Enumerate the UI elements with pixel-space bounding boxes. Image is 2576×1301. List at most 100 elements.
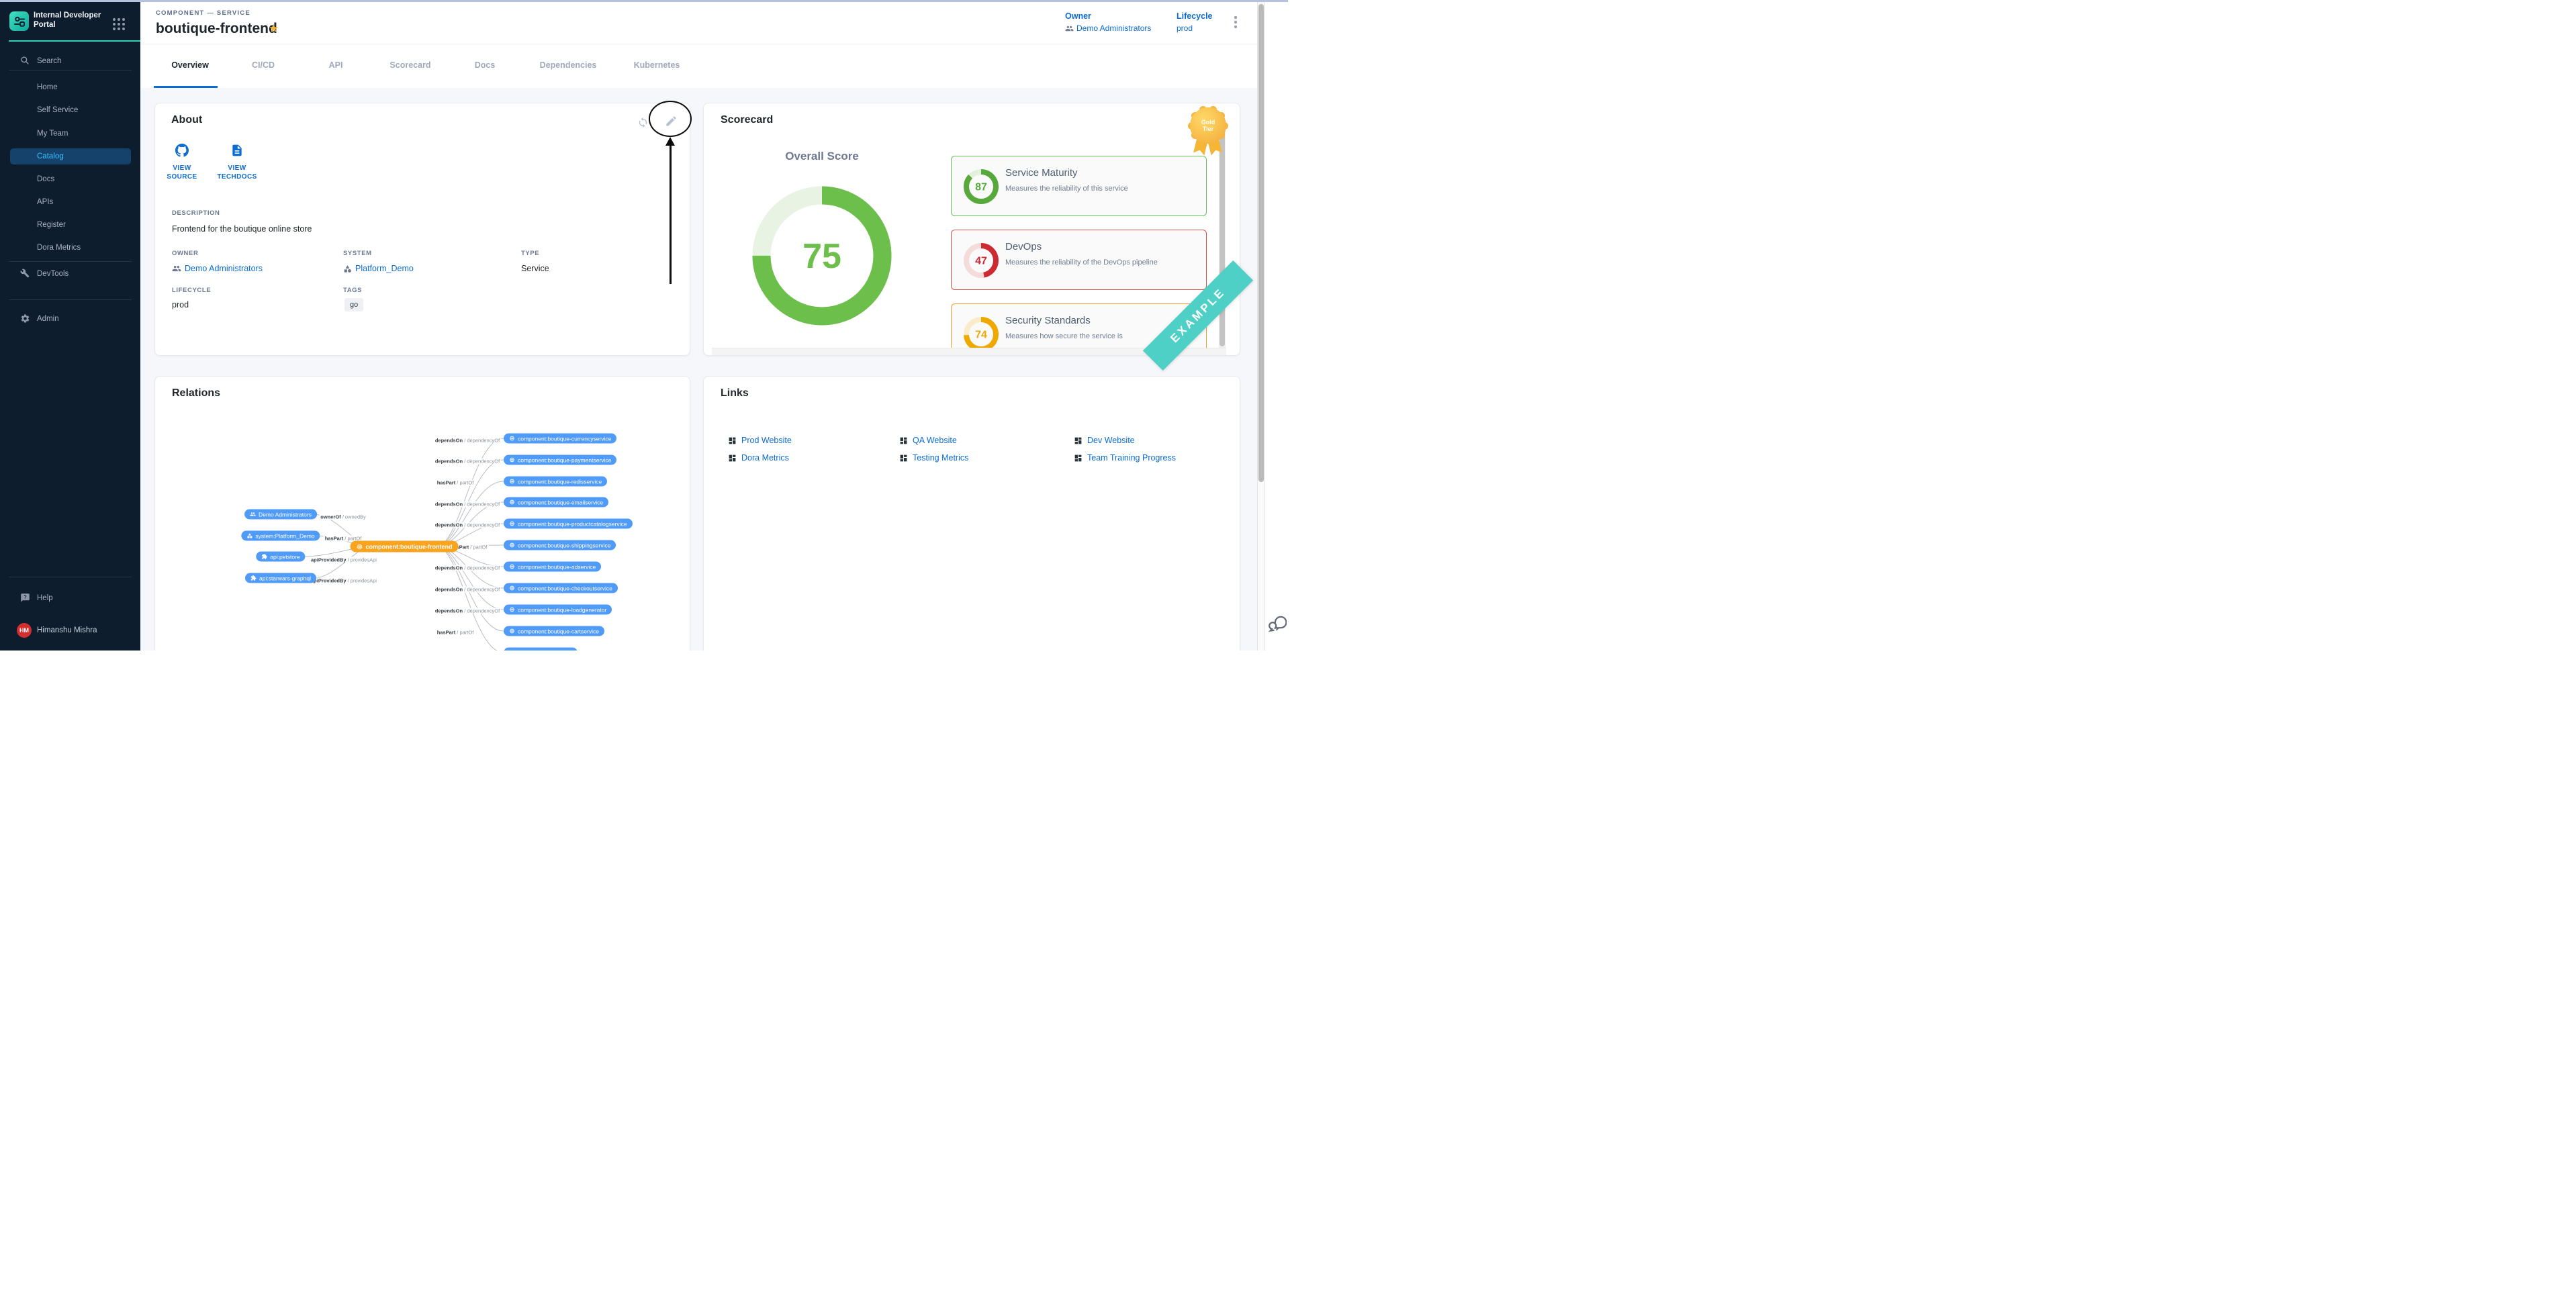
item-name: DevOps bbox=[1005, 241, 1042, 252]
link-dev-website[interactable]: Dev Website bbox=[1074, 436, 1135, 445]
sidebar-item-home[interactable]: Home bbox=[0, 80, 140, 95]
tags-field-label: TAGS bbox=[343, 287, 362, 294]
svg-text:47: 47 bbox=[975, 256, 987, 267]
system-field-link[interactable]: Platform_Demo bbox=[343, 264, 414, 273]
relation-node-center[interactable]: component:boutique-frontend bbox=[351, 541, 459, 552]
apps-grid-icon[interactable] bbox=[113, 18, 126, 32]
link-label: Dev Website bbox=[1087, 436, 1135, 445]
sidebar-help[interactable]: ? Help bbox=[0, 591, 140, 606]
group-icon bbox=[1065, 24, 1074, 33]
sidebar-item-self-service[interactable]: Self Service bbox=[0, 103, 140, 117]
link-label: QA Website bbox=[913, 436, 957, 445]
chip-icon bbox=[509, 499, 515, 505]
tab-scorecard[interactable]: Scorecard bbox=[389, 60, 430, 70]
tab-ci-cd[interactable]: CI/CD bbox=[252, 60, 275, 70]
sidebar-item-dora-metrics[interactable]: Dora Metrics bbox=[0, 240, 140, 255]
gold-tier-badge: Gold Tier bbox=[1187, 106, 1229, 157]
relation-node-component-boutique-shippingservice[interactable]: component:boutique-shippingservice bbox=[504, 540, 616, 550]
sidebar-item-register[interactable]: Register bbox=[0, 218, 140, 232]
sidebar: Internal Developer Portal Search Home Sel… bbox=[0, 2, 140, 650]
view-source-link[interactable]: VIEWSOURCE bbox=[160, 144, 203, 181]
link-dora-metrics[interactable]: Dora Metrics bbox=[728, 453, 789, 463]
chip-icon bbox=[357, 543, 363, 550]
tab-kubernetes[interactable]: Kubernetes bbox=[634, 60, 680, 70]
relation-node-component-boutique-emailservice[interactable]: component:boutique-emailservice bbox=[504, 497, 608, 508]
relation-node-component-boutique-cartservice[interactable]: component:boutique-cartservice bbox=[504, 626, 604, 636]
sidebar-item-label: Catalog bbox=[37, 149, 64, 164]
sidebar-item-admin[interactable]: Admin bbox=[0, 311, 140, 326]
chip-icon bbox=[509, 436, 515, 442]
tag-chip[interactable]: go bbox=[344, 298, 363, 311]
sidebar-item-apis[interactable]: APIs bbox=[0, 195, 140, 209]
score-donut: 75 bbox=[752, 186, 892, 326]
chip-icon bbox=[509, 628, 515, 634]
description-label: DESCRIPTION bbox=[172, 209, 220, 217]
sidebar-item-label: Home bbox=[37, 80, 58, 95]
view-techdocs-link[interactable]: VIEWTECHDOCS bbox=[216, 144, 259, 181]
tab-overview[interactable]: Overview bbox=[171, 60, 209, 70]
chip-icon bbox=[509, 607, 515, 613]
more-options-icon[interactable] bbox=[1234, 16, 1237, 31]
relation-node-component-boutique-paymentservice[interactable]: component:boutique-paymentservice bbox=[504, 455, 616, 465]
node-label: component:boutique-adservice bbox=[518, 563, 596, 570]
relation-node-component-boutique-redisservice[interactable]: component:boutique-redisservice bbox=[504, 477, 607, 487]
dashboard-icon bbox=[899, 454, 908, 463]
about-title: About bbox=[171, 114, 202, 126]
portal-logo[interactable] bbox=[9, 11, 29, 31]
refresh-icon[interactable] bbox=[637, 117, 649, 128]
node-label: component:boutique-cartservice bbox=[518, 628, 599, 634]
owner-field-link[interactable]: Demo Administrators bbox=[172, 264, 263, 273]
user-name[interactable]: Himanshu Mishra bbox=[37, 626, 97, 634]
relation-node-component-boutique-checkoutservice[interactable]: component:boutique-checkoutservice bbox=[504, 583, 618, 593]
sidebar-item-catalog[interactable]: Catalog bbox=[0, 149, 140, 164]
sidebar-item-my-team[interactable]: My Team bbox=[0, 126, 140, 141]
link-team-training-progress[interactable]: Team Training Progress bbox=[1074, 453, 1176, 463]
sidebar-search[interactable]: Search bbox=[0, 54, 140, 68]
page-scrollbar-thumb[interactable] bbox=[1258, 4, 1264, 482]
group-icon bbox=[172, 264, 181, 273]
favorite-star-icon[interactable]: ★ bbox=[269, 22, 279, 36]
relation-node-component-boutique-currencyservice[interactable]: component:boutique-currencyservice bbox=[504, 434, 616, 444]
relation-node-component-boutique-loadgenerator[interactable]: component:boutique-loadgenerator bbox=[504, 605, 612, 615]
item-desc: Measures the reliability of this service bbox=[1005, 185, 1128, 193]
scorecard-card: Scorecard Overall Score 75 87 Service Ma… bbox=[703, 103, 1240, 356]
sidebar-accent-divider bbox=[9, 40, 140, 42]
breadcrumb: COMPONENT — SERVICE bbox=[156, 9, 250, 17]
sidebar-item-devtools[interactable]: DevTools bbox=[0, 267, 140, 281]
user-avatar[interactable]: HM bbox=[17, 623, 32, 638]
node-label: component:boutique-shippingservice bbox=[518, 542, 610, 548]
relation-node-component-boutique-productcatalogservice[interactable]: component:boutique-productcatalogservice bbox=[504, 519, 633, 529]
tab-dependencies[interactable]: Dependencies bbox=[540, 60, 597, 70]
quick-link-label: VIEWSOURCE bbox=[160, 164, 203, 181]
relation-node-component-boutique-adservice[interactable]: component:boutique-adservice bbox=[504, 562, 601, 572]
relation-edge-label: hasPart / partOf bbox=[436, 480, 475, 486]
node-label: api:starwars-graphql bbox=[259, 575, 311, 581]
description-value: Frontend for the boutique online store bbox=[172, 224, 312, 234]
svg-text:?: ? bbox=[24, 593, 27, 599]
scorecard-item-devops[interactable]: 47 DevOps Measures the reliability of th… bbox=[951, 230, 1207, 290]
sidebar-divider bbox=[9, 299, 132, 300]
relation-node-system-platform-demo[interactable]: system:Platform_Demo bbox=[241, 531, 320, 541]
tab-docs[interactable]: Docs bbox=[475, 60, 496, 70]
link-prod-website[interactable]: Prod Website bbox=[728, 436, 792, 445]
window-top-border bbox=[0, 0, 1288, 2]
scorecard-item-service-maturity[interactable]: 87 Service Maturity Measures the reliabi… bbox=[951, 156, 1207, 216]
node-label: component:boutique-frontend bbox=[366, 543, 453, 550]
relation-node-demo-administrators[interactable]: Demo Administrators bbox=[244, 510, 317, 520]
search-icon bbox=[20, 56, 30, 65]
relation-node-api-starwars-graphql[interactable]: api:starwars-graphql bbox=[245, 573, 316, 583]
link-testing-metrics[interactable]: Testing Metrics bbox=[899, 453, 968, 463]
sidebar-item-docs[interactable]: Docs bbox=[0, 172, 140, 187]
relation-node-cut[interactable] bbox=[504, 648, 578, 651]
score-donut: 74 bbox=[964, 317, 999, 352]
badge-seal: Gold Tier bbox=[1190, 107, 1226, 144]
item-name: Service Maturity bbox=[1005, 167, 1078, 179]
owner-link[interactable]: Demo Administrators bbox=[1065, 23, 1151, 33]
owner-field-label: OWNER bbox=[172, 250, 198, 257]
relation-node-api-petstore[interactable]: api:petstore bbox=[256, 552, 305, 562]
links-title: Links bbox=[721, 387, 749, 399]
portal-title: Internal Developer Portal bbox=[34, 11, 101, 30]
tab-api[interactable]: API bbox=[329, 60, 343, 70]
link-qa-website[interactable]: QA Website bbox=[899, 436, 957, 445]
chat-bubbles-icon[interactable] bbox=[1267, 610, 1287, 632]
